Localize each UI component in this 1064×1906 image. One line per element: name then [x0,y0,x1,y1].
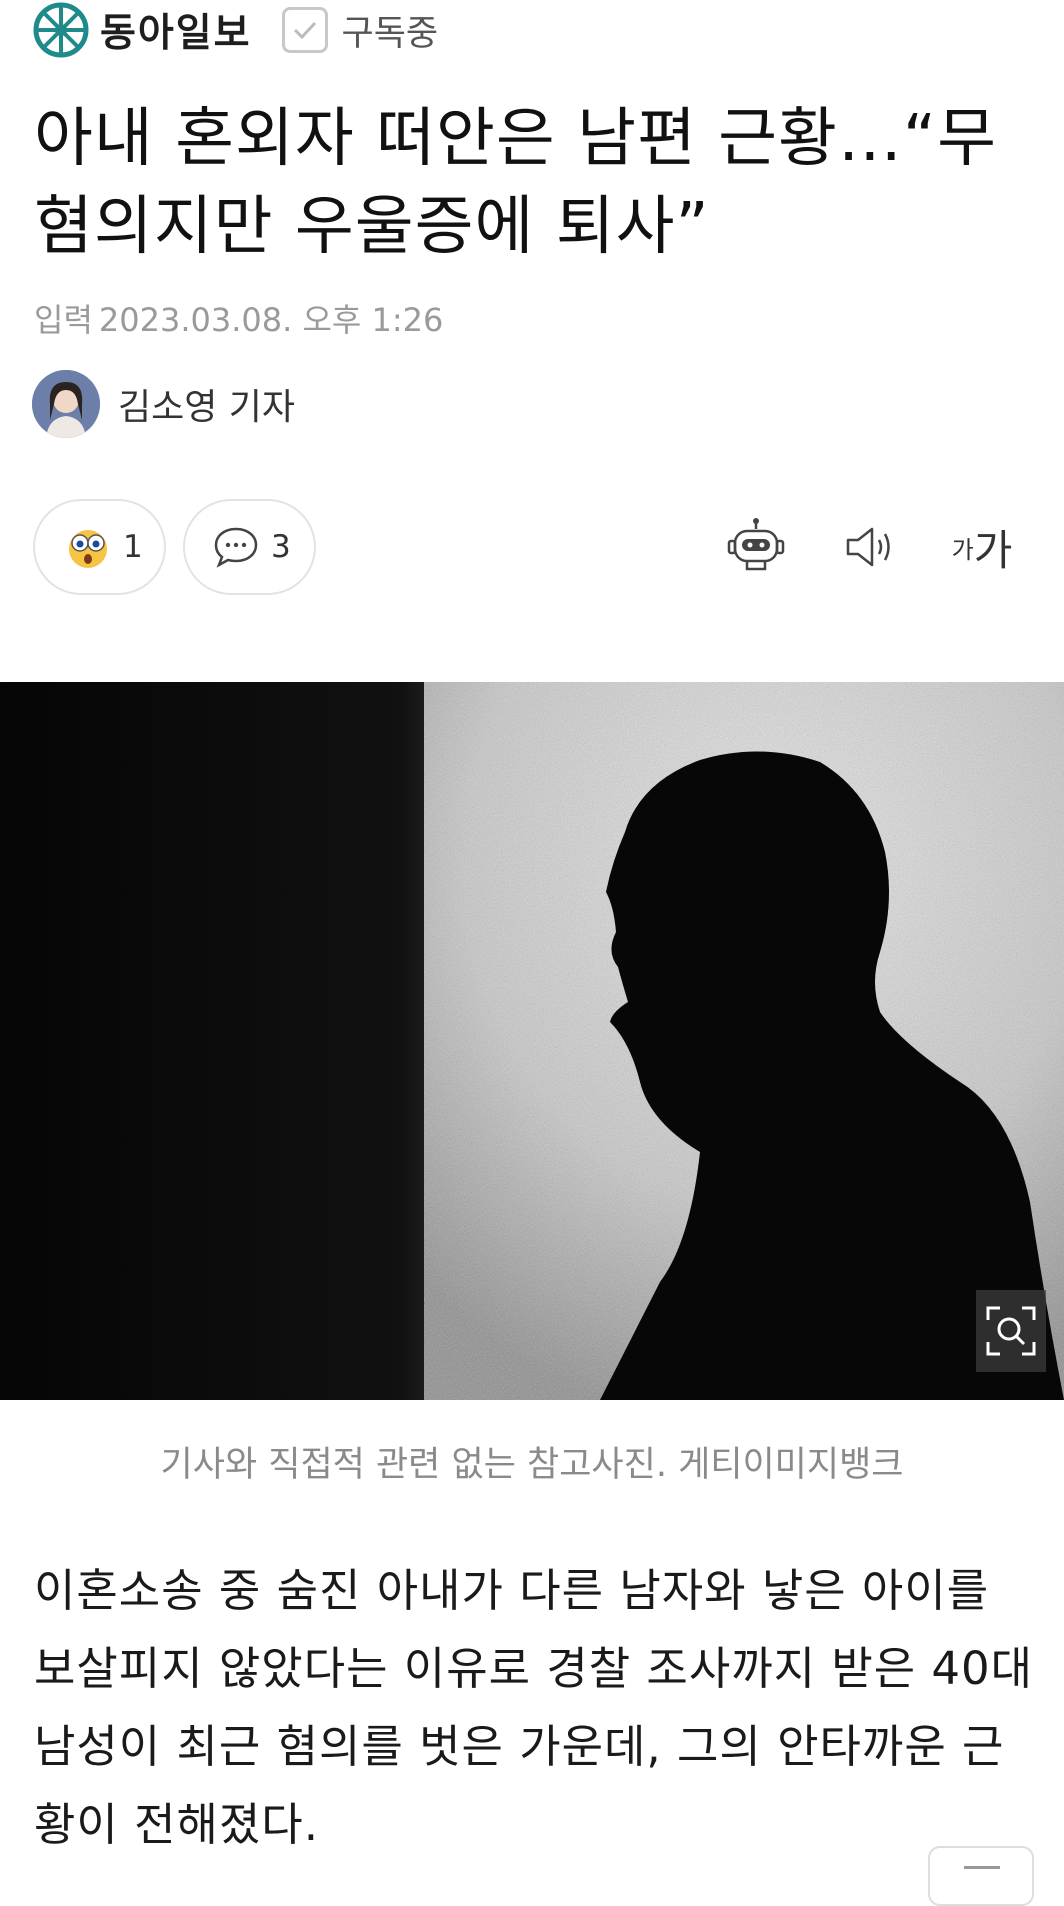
menu-line-icon [964,1866,1000,1869]
press-header: 동아일보 구독중 [32,0,438,60]
subscribe-button[interactable]: 구독중 [281,5,439,56]
robot-summary-icon [727,518,785,571]
font-size-button[interactable]: 가가 [948,515,1016,579]
surprised-face-icon [69,530,107,568]
floating-menu-button[interactable] [928,1846,1034,1906]
comment-count: 3 [271,529,291,565]
font-small-label: 가 [951,535,974,564]
zoom-search-icon [986,1306,1036,1356]
speaker-icon [846,527,890,567]
comment-bubble-icon [214,527,258,568]
summary-robot-button[interactable] [724,515,788,579]
silhouette-photo [0,682,1064,1400]
article-body: 이혼소송 중 숨진 아내가 다른 남자와 낳은 아이를 보살피지 않았다는 이유… [34,1564,1034,1851]
tts-speaker-button[interactable] [840,515,900,579]
press-name: 동아일보 [100,11,252,56]
font-large-label: 가 [973,525,1013,575]
publish-time: 2023.03.08. 오후 1:26 [98,301,444,339]
article-photo[interactable] [0,682,1064,1400]
reporter[interactable]: 김소영 기자 [32,370,295,438]
donga-logo-icon [33,2,89,58]
reporter-name: 김소영 기자 [118,387,296,428]
comment-button[interactable]: 3 [183,499,316,595]
article-title: 아내 혼외자 떠안은 남편 근황…“무혐의지만 우울증에 퇴사” [34,102,997,264]
reaction-count: 1 [123,529,143,565]
reaction-button[interactable]: 1 [33,499,166,595]
publish-label: 입력 [34,301,93,339]
publish-info: 입력 2023.03.08. 오후 1:26 [34,295,443,341]
check-icon [281,7,328,53]
reporter-avatar [32,370,100,438]
photo-zoom-button[interactable] [976,1290,1046,1372]
press-logo[interactable]: 동아일보 [32,1,252,59]
subscribe-label: 구독중 [341,13,439,54]
photo-caption: 기사와 직접적 관련 없는 참고사진. 게티이미지뱅크 [160,1445,904,1485]
